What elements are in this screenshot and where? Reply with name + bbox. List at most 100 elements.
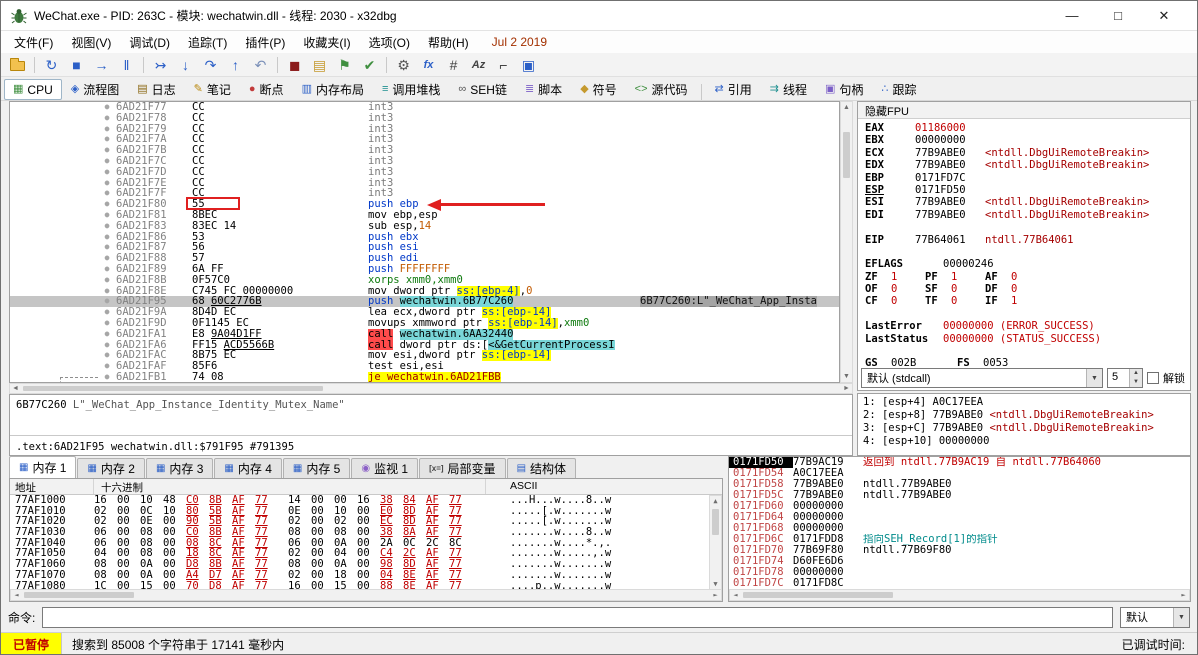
breakpoint-gutter[interactable]: ● bbox=[98, 264, 116, 275]
breakpoint-gutter[interactable]: ● bbox=[98, 350, 116, 361]
breakpoint-gutter[interactable]: ● bbox=[98, 145, 116, 156]
menu-item[interactable]: 视图(V) bbox=[62, 31, 120, 53]
tab-references[interactable]: ⇄ 引用 bbox=[706, 79, 761, 100]
disasm-row[interactable]: ● 6AD21F78 CC int3 bbox=[10, 112, 839, 124]
stepper-down-icon[interactable]: ▼ bbox=[1130, 378, 1142, 387]
breakpoint-gutter[interactable]: ● bbox=[98, 188, 116, 199]
register-row[interactable]: OF 0 SF 0 DF 0 bbox=[858, 283, 1190, 295]
register-row[interactable]: ECX 77B9ABE0 <ntdll.DbgUiRemoteBreakin> bbox=[858, 147, 1190, 159]
register-row[interactable]: CF 0 TF 0 IF 1 bbox=[858, 295, 1190, 307]
breakpoint-gutter[interactable]: ● bbox=[98, 318, 116, 329]
run-button[interactable]: → bbox=[89, 54, 114, 75]
breakpoint-gutter[interactable]: ● bbox=[98, 275, 116, 286]
appearance-font-button[interactable]: Az bbox=[466, 54, 491, 75]
scroll-left-arrow[interactable]: ◄ bbox=[730, 590, 741, 600]
scroll-thumb[interactable] bbox=[843, 132, 850, 178]
argument-row[interactable]: 4: [esp+10] 00000000 bbox=[863, 435, 1185, 448]
register-row[interactable]: ESI 77B9ABE0 <ntdll.DbgUiRemoteBreakin> bbox=[858, 196, 1190, 208]
scroll-left-arrow[interactable]: ◄ bbox=[10, 384, 21, 393]
chevron-down-icon[interactable]: ▼ bbox=[1173, 607, 1189, 627]
stop-button[interactable]: ■ bbox=[64, 54, 89, 75]
calling-convention-select[interactable]: 默认 (stdcall) ▼ bbox=[861, 368, 1103, 388]
scroll-thumb[interactable] bbox=[23, 386, 323, 391]
minimize-button[interactable]: — bbox=[1049, 8, 1095, 23]
scroll-thumb[interactable] bbox=[712, 509, 719, 535]
tab-notes[interactable]: ✎ 笔记 bbox=[185, 79, 240, 100]
tab-memory-map[interactable]: ▥ 内存布局 bbox=[293, 79, 373, 100]
disassembly-vertical-scrollbar[interactable]: ▲ ▼ bbox=[840, 101, 853, 383]
restart-button[interactable]: ↻ bbox=[39, 54, 64, 75]
tab-call-stack[interactable]: ≡ 调用堆栈 bbox=[373, 79, 449, 100]
stack-row[interactable]: 0171FD7C 0171FD8C bbox=[729, 577, 1190, 589]
tab-script[interactable]: ≣ 脚本 bbox=[516, 79, 571, 100]
dump-vertical-scrollbar[interactable]: ▲ ▼ bbox=[709, 495, 722, 591]
argument-row[interactable]: 3: [esp+C] 77B9ABE0 <ntdll.DbgUiRemoteBr… bbox=[863, 422, 1185, 435]
tab-log[interactable]: ▤ 日志 bbox=[128, 79, 184, 100]
menu-item[interactable]: 文件(F) bbox=[5, 31, 62, 53]
tab-source[interactable]: <> 源代码 bbox=[626, 79, 697, 100]
stepper-up-icon[interactable]: ▲ bbox=[1130, 369, 1142, 378]
scroll-right-arrow[interactable]: ► bbox=[841, 384, 852, 393]
step-over-button[interactable]: ↷ bbox=[198, 54, 223, 75]
tab-breakpoints[interactable]: ● 断点 bbox=[240, 79, 293, 100]
arguments-panel[interactable]: 1: [esp+4] A0C17EEA 2: [esp+8] 77B9ABE0 <… bbox=[857, 393, 1191, 456]
scroll-right-arrow[interactable]: ► bbox=[1178, 590, 1189, 600]
register-row[interactable]: ZF 1 PF 1 AF 0 bbox=[858, 271, 1190, 283]
breakpoint-gutter[interactable]: ● bbox=[98, 134, 116, 145]
close-button[interactable]: ✕ bbox=[1141, 8, 1187, 24]
tab-trace[interactable]: ∴ 跟踪 bbox=[872, 79, 925, 100]
topmost-button[interactable]: ⌐ bbox=[491, 54, 516, 75]
menu-item[interactable]: 调试(D) bbox=[120, 31, 179, 53]
step-back-button[interactable]: ↶ bbox=[248, 54, 273, 75]
breakpoint-gutter[interactable]: ● bbox=[98, 113, 116, 124]
tab-locals[interactable]: [x=] 局部变量 bbox=[419, 458, 506, 478]
unlock-checkbox[interactable] bbox=[1147, 372, 1159, 384]
settings-button[interactable]: ⚙ bbox=[391, 54, 416, 75]
tab-threads[interactable]: ⇉ 线程 bbox=[761, 79, 816, 100]
log-window-button[interactable]: ▤ bbox=[307, 54, 332, 75]
tab-dump-1[interactable]: ▦ 内存 1 bbox=[9, 456, 77, 478]
scroll-left-arrow[interactable]: ◄ bbox=[11, 590, 22, 600]
argument-row[interactable]: 2: [esp+8] 77B9ABE0 <ntdll.DbgUiRemoteBr… bbox=[863, 409, 1185, 422]
breakpoint-gutter[interactable]: ● bbox=[98, 210, 116, 221]
disassembly-view[interactable]: ● 6AD21F77 CC int3 ● 6AD21F78 CC int3 ● 6AD21F79 C… bbox=[9, 101, 840, 383]
register-row[interactable] bbox=[858, 246, 1190, 258]
tab-handles[interactable]: ▣ 句柄 bbox=[816, 79, 872, 100]
breakpoint-gutter[interactable]: ● bbox=[98, 307, 116, 318]
stack-horizontal-scrollbar[interactable]: ◄ ► bbox=[729, 589, 1190, 601]
step-into-button[interactable]: ↓ bbox=[173, 54, 198, 75]
menu-item[interactable]: 选项(O) bbox=[360, 31, 419, 53]
tab-symbols[interactable]: ◆ 符号 bbox=[571, 79, 625, 100]
menu-item[interactable]: 收藏夹(I) bbox=[294, 31, 359, 53]
register-row[interactable]: LastStatus 00000000 (STATUS_SUCCESS) bbox=[858, 333, 1190, 345]
close-process-button[interactable]: ◼ bbox=[282, 54, 307, 75]
register-row[interactable]: EIP 77B64061 ntdll.77B64061 bbox=[858, 234, 1190, 246]
tab-watch-1[interactable]: ◉ 监视 1 bbox=[351, 458, 419, 478]
execute-till-return-button[interactable]: ↑ bbox=[223, 54, 248, 75]
scroll-thumb[interactable] bbox=[24, 592, 134, 598]
registers-panel[interactable]: 隐藏FPU EAX 01186000 EBX 00000000 ECX 77B9ABE0 <… bbox=[857, 101, 1191, 391]
command-input[interactable] bbox=[42, 606, 1113, 628]
menu-item[interactable]: 帮助(H) bbox=[419, 31, 478, 53]
disassembly-horizontal-scrollbar[interactable]: ◄ ► bbox=[9, 383, 853, 394]
menu-item[interactable]: 插件(P) bbox=[236, 31, 294, 53]
maximize-button[interactable]: □ bbox=[1095, 8, 1141, 23]
register-row[interactable] bbox=[858, 308, 1190, 320]
scroll-down-arrow[interactable]: ▼ bbox=[841, 371, 852, 382]
breakpoint-gutter[interactable]: ● bbox=[98, 178, 116, 189]
register-row[interactable]: ESP 0171FD50 bbox=[858, 184, 1190, 196]
tab-cpu[interactable]: ▦ CPU bbox=[4, 79, 62, 100]
title-bar[interactable]: WeChat.exe - PID: 263C - 模块: wechatwin.d… bbox=[1, 1, 1197, 31]
chevron-down-icon[interactable]: ▼ bbox=[1086, 369, 1102, 387]
patches-button[interactable]: ✔ bbox=[357, 54, 382, 75]
dump-view[interactable]: 地址 十六进制 ASCII 77AF1000 16 00 10 48 C0 8B AF 77 14… bbox=[9, 478, 723, 602]
register-row[interactable]: EDX 77B9ABE0 <ntdll.DbgUiRemoteBreakin> bbox=[858, 159, 1190, 171]
command-profile-select[interactable]: 默认 ▼ bbox=[1120, 606, 1190, 628]
tab-seh[interactable]: ∞ SEH链 bbox=[449, 79, 516, 100]
calculator-fx-button[interactable]: fx bbox=[416, 54, 441, 75]
disasm-row[interactable]: ● 6AD21FB1 74 08 je wechatwin.6AD21FBB bbox=[10, 371, 839, 382]
register-row[interactable]: EAX 01186000 bbox=[858, 122, 1190, 134]
tab-struct[interactable]: ▤ 结构体 bbox=[506, 458, 577, 478]
stack-view[interactable]: 0171FD50 77B9AC19 返回到 ntdll.77B9AC19 自 ntd… bbox=[728, 456, 1191, 602]
disasm-row[interactable]: ● 6AD21F7D CC int3 bbox=[10, 166, 839, 178]
